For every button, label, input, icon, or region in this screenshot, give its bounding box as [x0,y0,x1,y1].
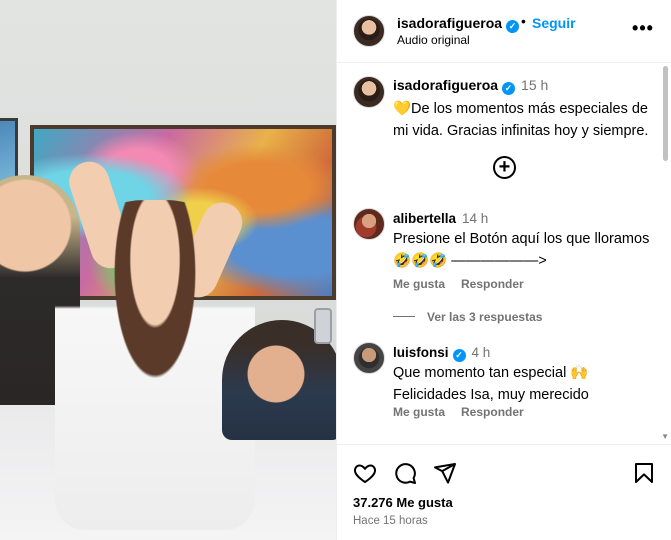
author-username-text[interactable]: isadorafigueroa [397,15,502,31]
post-header: isadorafigueroa ✓ • Seguir Audio original… [337,0,671,63]
verified-badge-icon: ✓ [502,82,516,95]
media-phone [314,308,332,344]
comment-time: 4 h [471,345,491,360]
verified-badge-icon: ✓ [506,20,520,33]
follow-button[interactable]: Seguir [532,15,576,31]
comment-username[interactable]: luisfonsi [393,345,449,360]
comment-reply-button[interactable]: Responder [461,405,524,419]
comment-icon[interactable] [393,461,417,485]
comment-text: Presione el Botón aquí los que lloramos … [393,231,650,269]
comment-avatar[interactable] [353,208,385,240]
comment-actions: Me gusta Responder [393,405,540,419]
audio-link[interactable]: Audio original [397,33,470,47]
post-panel: isadorafigueroa ✓ • Seguir Audio original… [336,0,671,540]
view-replies-button[interactable]: Ver las 3 respuestas [393,310,542,324]
caption-time: 15 h [521,77,549,93]
verified-badge-icon: ✓ [452,349,466,362]
comment-reply-button[interactable]: Responder [461,277,524,291]
bookmark-icon[interactable] [632,461,656,485]
share-icon[interactable] [433,461,457,485]
plus-circle-icon[interactable]: + [493,156,516,179]
more-options-icon[interactable]: ••• [631,18,655,42]
heart-icon[interactable] [353,461,377,485]
caption-avatar[interactable] [353,76,385,108]
separator-dot: • [521,13,526,29]
comment-avatar[interactable] [353,342,385,374]
author-avatar[interactable] [353,15,385,47]
comments-section[interactable]: isadorafigueroa ✓ 15 h 💛De los momentos má… [337,64,671,444]
caption-username[interactable]: isadorafigueroa [393,77,498,93]
comment-header: luisfonsi ✓ 4 h [393,345,490,362]
comment-time: 14 h [462,211,489,226]
author-username[interactable]: isadorafigueroa ✓ [397,15,520,33]
likes-count[interactable]: 37.276 Me gusta [353,495,453,510]
caption-header: isadorafigueroa ✓ 15 h [393,77,548,95]
scrollbar-thumb[interactable] [663,66,668,161]
comment-username[interactable]: alibertella [393,211,456,226]
comment-header: alibertella 14 h [393,211,488,226]
comment-like-button[interactable]: Me gusta [393,277,445,291]
comment-actions: Me gusta Responder [393,277,540,291]
view-replies-label[interactable]: Ver las 3 respuestas [427,310,542,324]
post-timestamp[interactable]: Hace 15 horas [353,515,428,527]
replies-divider [393,316,415,317]
caption-text: 💛De los momentos más especiales de mi vi… [393,101,649,139]
scroll-down-arrow-icon[interactable]: ▼ [661,432,669,441]
comment-text: Que momento tan especial 🙌 Felicidades I… [393,365,589,403]
post-media[interactable] [0,0,336,540]
post-actions-bar: 37.276 Me gusta Hace 15 horas [337,444,671,540]
comment-like-button[interactable]: Me gusta [393,405,445,419]
